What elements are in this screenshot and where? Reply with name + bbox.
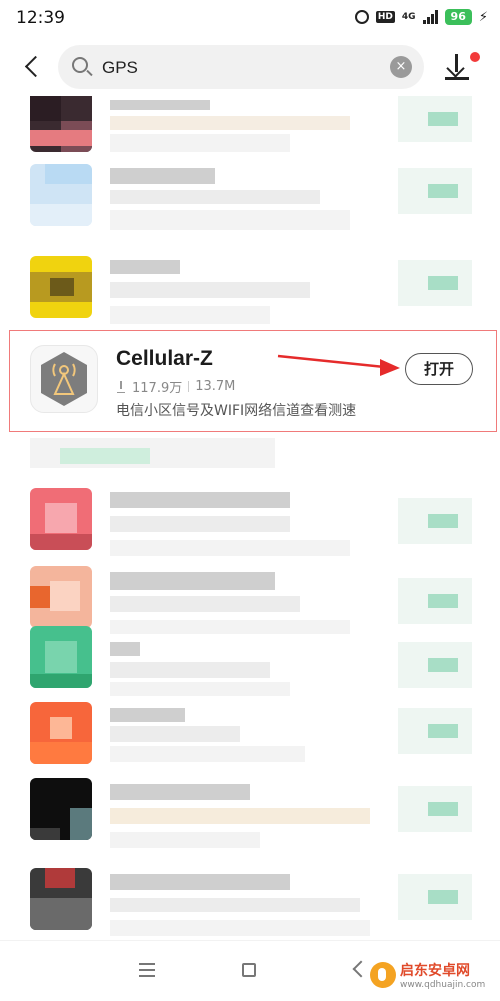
status-icons: HD 4G 96 ⚡ (354, 9, 488, 25)
hd-badge: HD (375, 11, 395, 23)
clock: 12:39 (16, 8, 65, 28)
app-icon-blurred (30, 164, 92, 226)
notification-dot (470, 52, 480, 62)
watermark-title: 启东安卓网 (400, 963, 470, 979)
download-manager-button[interactable] (440, 50, 474, 84)
search-icon (72, 57, 88, 73)
recent-apps-button[interactable] (139, 963, 155, 977)
charging-icon: ⚡ (478, 9, 488, 25)
alarm-icon (354, 10, 369, 24)
result-list (0, 96, 500, 940)
list-item[interactable] (0, 702, 500, 782)
list-item[interactable] (0, 164, 500, 244)
watermark-url: www.qdhuajin.com (400, 980, 486, 990)
app-icon-blurred (30, 702, 92, 764)
app-icon-blurred (30, 488, 92, 550)
list-item[interactable] (0, 488, 500, 568)
highlighted-result-card[interactable]: Cellular-Z 117.9万 13.7M 电信小区信号及WIFI网络信道查… (9, 330, 497, 432)
status-bar: 12:39 HD 4G 96 ⚡ (0, 0, 500, 36)
app-meta: 117.9万 13.7M (116, 377, 235, 396)
list-item[interactable] (0, 256, 500, 336)
search-header: × (0, 40, 500, 96)
app-icon-blurred (30, 566, 92, 628)
app-size: 13.7M (195, 379, 236, 394)
app-icon-blurred (30, 626, 92, 688)
app-icon-blurred (30, 256, 92, 318)
watermark-logo-icon (370, 962, 396, 988)
open-button[interactable]: 打开 (405, 353, 473, 385)
app-description: 电信小区信号及WIFI网络信道查看测速 (116, 403, 357, 419)
meta-divider (188, 381, 190, 392)
app-name[interactable]: Cellular-Z (116, 347, 213, 371)
signal-icon (422, 10, 438, 24)
annotation-arrow (277, 354, 400, 376)
download-count-icon (116, 380, 126, 393)
app-icon-blurred (30, 868, 92, 930)
nav-back-button[interactable] (352, 963, 364, 975)
list-item[interactable] (0, 626, 500, 706)
watermark: 启东安卓网 www.qdhuajin.com (370, 960, 485, 990)
list-item[interactable] (0, 778, 500, 858)
search-input[interactable] (100, 53, 384, 83)
search-bar[interactable]: × (58, 45, 424, 89)
network-type: 4G (401, 12, 416, 22)
download-count: 117.9万 (132, 381, 183, 396)
app-icon-blurred (30, 778, 92, 840)
app-icon-blurred (30, 96, 92, 152)
battery-level: 96 (444, 9, 472, 25)
tower-icon[interactable] (30, 345, 98, 413)
clear-search-button[interactable]: × (390, 56, 412, 78)
home-button[interactable] (242, 963, 256, 977)
back-button[interactable] (18, 52, 48, 82)
list-item[interactable] (0, 868, 500, 940)
